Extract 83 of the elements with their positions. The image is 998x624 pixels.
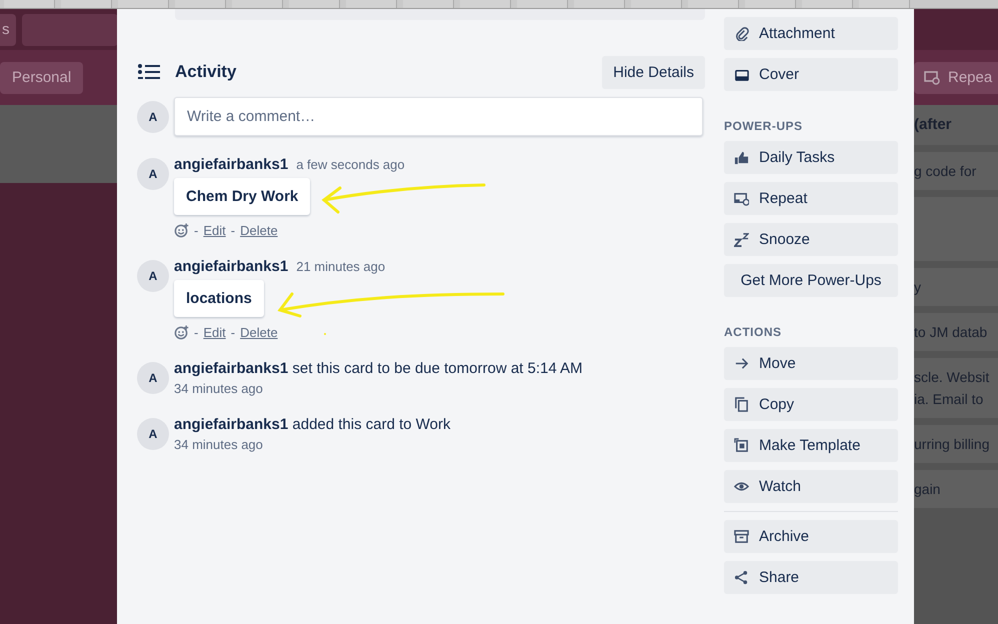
card-text: scle. Websit [914,368,990,387]
share-icon [734,570,749,585]
browser-tab[interactable] [745,0,796,8]
search-field[interactable] [22,14,118,46]
timestamp: a few seconds ago [296,157,405,172]
activity-text: angiefairbanks1 added this card to Work [174,416,451,433]
board-button[interactable]: s [0,14,16,46]
template-icon [734,438,749,453]
sidebar-button[interactable]: Archive [724,520,898,553]
section-heading: ACTIONS [724,325,782,339]
avatar: A [137,418,169,450]
comment-field[interactable]: Write a comment… [174,97,703,136]
archive-icon [734,529,749,544]
sidebar-button[interactable]: Attachment [724,17,898,50]
author-name: angiefairbanks1 [174,156,288,173]
separator: - [194,223,198,238]
avatar: A [137,158,169,190]
browser-tab[interactable] [175,0,226,8]
browser-tab[interactable] [631,0,682,8]
link[interactable]: Edit [203,223,226,238]
list-title: (after [914,105,998,145]
sidebar-button[interactable]: Copy [724,388,898,421]
paperclip-icon [734,26,749,41]
avatar: A [137,362,169,394]
browser-tab[interactable] [460,0,511,8]
activity-title: Activity [175,62,236,82]
emoji-add-icon[interactable] [174,325,189,340]
browser-tab[interactable] [802,0,853,8]
browser-tab[interactable] [289,0,340,8]
sidebar-button[interactable]: Make Template [724,429,898,462]
hide-details-button[interactable]: Hide Details [602,56,705,88]
browser-tab[interactable] [118,0,169,8]
browser-tab[interactable] [346,0,397,8]
browser-tab[interactable] [403,0,454,8]
separator: - [194,325,198,340]
personal-button[interactable]: Personal [0,62,84,94]
thumbs-up-icon [734,150,749,165]
comment-text: locations [174,280,264,317]
repeat-icon [924,70,940,84]
link[interactable]: Delete [240,223,278,238]
emoji-add-icon[interactable] [174,223,189,238]
browser-tab[interactable] [688,0,739,8]
sidebar-button[interactable]: Snooze [724,223,898,256]
sidebar-button[interactable]: Move [724,347,898,380]
card-text: urring billing [914,435,990,454]
browser-tab[interactable] [4,0,55,8]
arrow-right-icon [734,356,749,371]
browser-tab[interactable] [574,0,625,8]
sidebar-button[interactable]: Cover [724,58,898,91]
author-name: angiefairbanks1 [174,258,288,275]
zz-icon [734,232,749,247]
timestamp: 21 minutes ago [296,259,386,274]
repeat-icon [734,191,749,206]
browser-tab[interactable] [232,0,283,8]
sidebar-button[interactable]: Repeat [724,182,898,215]
sidebar-button[interactable]: Get More Power-Ups [724,264,898,297]
browser-tab[interactable] [61,0,112,8]
copy-icon [734,397,749,412]
section-heading: POWER-UPS [724,119,804,133]
card-text: ia. Email to [914,390,984,409]
separator: - [230,223,236,238]
browser-tab[interactable] [517,0,568,8]
activity-text: angiefairbanks1 set this card to be due tomorrow at 5:14 AM [174,360,583,377]
sidebar-button[interactable]: Watch [724,470,898,503]
board-header-button[interactable]: Repea [914,62,998,94]
avatar: A [137,260,169,292]
browser-tab[interactable] [859,0,910,8]
link[interactable]: Delete [240,325,278,340]
card-text: g code for [914,162,978,181]
link[interactable]: Edit [203,325,226,340]
sidebar-button[interactable]: Share [724,561,898,594]
timestamp: 34 minutes ago [174,437,264,452]
card-text: gain [914,480,942,499]
card-text: y [914,278,922,297]
comment-text: Chem Dry Work [174,178,310,215]
separator: - [230,325,236,340]
cover-icon [734,67,749,82]
card-text: to JM datab [914,323,988,342]
sidebar-button[interactable]: Daily Tasks [724,141,898,174]
avatar: A [137,101,169,133]
list-card[interactable] [914,197,998,261]
list-icon [138,64,160,80]
timestamp: 34 minutes ago [174,381,264,396]
